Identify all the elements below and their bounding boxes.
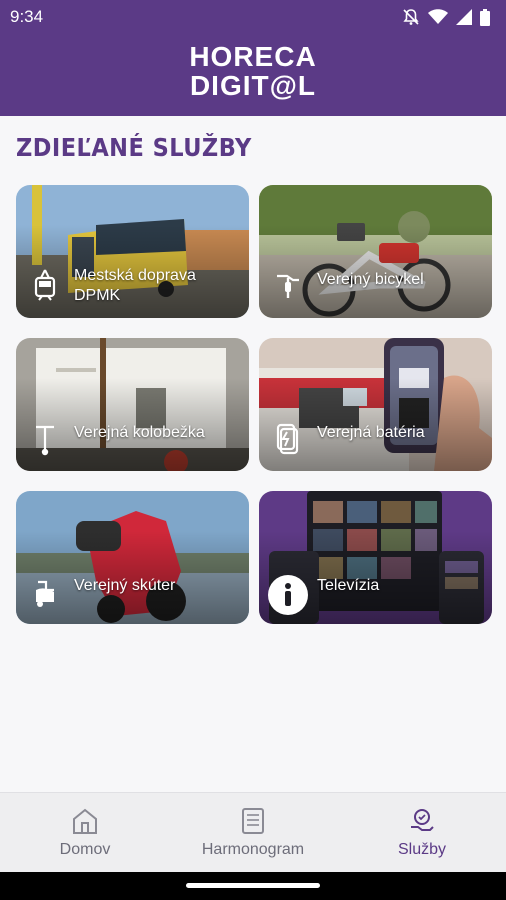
card-label: Televízia [317, 577, 380, 594]
card-public-battery[interactable]: Verejná batéria [259, 338, 492, 471]
card-public-bicycle[interactable]: Verejný bicykel [259, 185, 492, 318]
moped-icon [36, 580, 54, 607]
card-public-kick-scooter[interactable]: Verejná kolobežka [16, 338, 249, 471]
nav-label: Domov [59, 841, 111, 858]
logo-line-2: DIGIT@L [189, 70, 317, 101]
card-label: Mestská doprava DPMK [74, 267, 196, 304]
card-television[interactable]: Televízia [259, 491, 492, 624]
info-icon [268, 575, 308, 615]
system-navigation-bar [0, 872, 506, 900]
card-public-moped[interactable]: Verejný skúter [16, 491, 249, 624]
nav-item-schedule[interactable]: Harmonogram [190, 807, 316, 859]
battery-icon [276, 423, 299, 455]
card-label: Verejná batéria [317, 424, 425, 441]
card-city-transport[interactable]: Mestská doprava DPMK [16, 185, 249, 318]
card-label: Verejný skúter [74, 577, 176, 594]
signal-icon [456, 9, 472, 25]
nav-item-home[interactable]: Domov [40, 807, 130, 859]
status-icons [402, 8, 490, 26]
bus-icon [34, 269, 56, 301]
status-bar: 9:34 [0, 0, 506, 34]
dnd-off-icon [403, 9, 419, 25]
battery-status-icon [480, 8, 490, 26]
wifi-icon [428, 9, 448, 24]
section-title: ZDIEĽANÉ SLUŽBY [16, 133, 252, 162]
bottom-navigation: Domov Harmonogram Služby [0, 792, 506, 872]
nav-label: Služby [397, 841, 447, 858]
nav-item-services[interactable]: Služby [380, 807, 464, 859]
logo-line-1: HORECA [189, 41, 317, 72]
card-label: Verejný bicykel [317, 271, 424, 288]
app-header: HORECA DIGIT@L [0, 34, 506, 116]
home-icon [73, 808, 97, 834]
nav-label: Harmonogram [201, 841, 305, 858]
document-icon [242, 808, 264, 834]
services-icon [411, 809, 434, 831]
scooter-icon [36, 425, 54, 456]
card-label: Verejná kolobežka [74, 424, 205, 441]
app-logo: HORECA DIGIT@L [0, 42, 506, 100]
home-gesture-handle[interactable] [186, 883, 320, 888]
status-time: 9:34 [10, 7, 44, 26]
bicycle-icon [277, 274, 299, 298]
